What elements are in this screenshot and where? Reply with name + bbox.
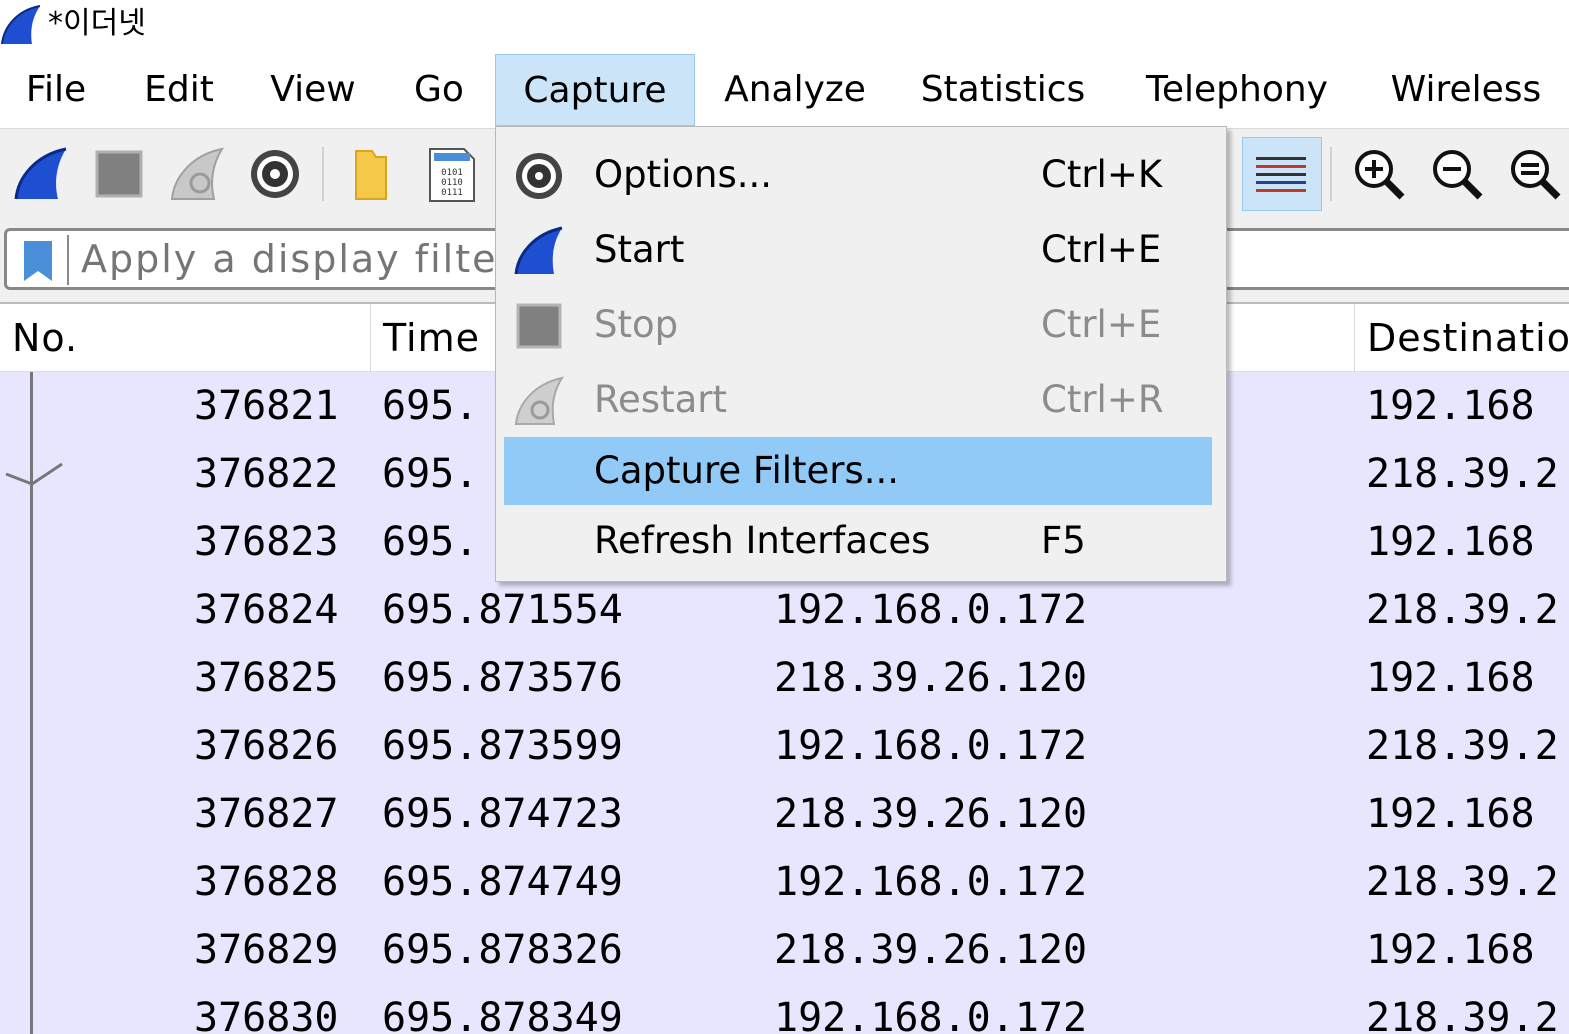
restart-icon [514, 376, 565, 425]
options-gear-icon[interactable] [244, 143, 306, 205]
packet-destination: 218.39.2 [1366, 723, 1559, 769]
column-header-no[interactable]: No. [0, 304, 370, 372]
packet-no: 376822 [194, 451, 339, 497]
open-folder-icon[interactable] [342, 143, 404, 205]
column-header-destination[interactable]: Destination [1354, 304, 1569, 372]
menu-view[interactable]: View [254, 54, 372, 126]
packet-source: 218.39.26.120 [774, 655, 1088, 701]
menu-edit[interactable]: Edit [130, 54, 228, 126]
packet-time: 695.871554 [382, 587, 623, 633]
svg-text:0101: 0101 [441, 168, 463, 178]
colorize-lines-icon [1256, 157, 1306, 192]
menu-capture[interactable]: Capture [495, 54, 695, 126]
packet-destination: 218.39.2 [1366, 995, 1559, 1034]
binary-file-icon[interactable]: 0101 0110 0111 [420, 143, 482, 205]
toolbar-separator [322, 147, 324, 201]
window-title: *이더넷 [48, 6, 146, 41]
capture-menu-options[interactable]: Options... Ctrl+K [504, 141, 1212, 209]
packet-destination: 192.168 [1366, 791, 1535, 837]
packet-row[interactable]: 376824 695.871554 192.168.0.172 218.39.2 [0, 576, 1569, 644]
packet-destination: 192.168 [1366, 927, 1535, 973]
restart-shark-icon[interactable] [166, 143, 228, 205]
menu-bar: File Edit View Go Capture Analyze Statis… [0, 52, 1569, 128]
svg-text:0111: 0111 [441, 188, 463, 198]
capture-menu-restart[interactable]: Restart Ctrl+R [504, 366, 1212, 434]
packet-row[interactable]: 376827 695.874723 218.39.26.120 192.168 [0, 780, 1569, 848]
packet-no: 376829 [194, 927, 339, 973]
packet-destination: 218.39.2 [1366, 859, 1559, 905]
shark-fin-start-icon[interactable] [10, 143, 72, 205]
packet-source: 218.39.26.120 [774, 927, 1088, 973]
packet-no: 376821 [194, 383, 339, 429]
packet-source: 192.168.0.172 [774, 587, 1088, 633]
packet-time: 695. [382, 451, 479, 497]
packet-no: 376828 [194, 859, 339, 905]
packet-row[interactable]: 376829 695.878326 218.39.26.120 192.168 [0, 916, 1569, 984]
menu-item-shortcut: Ctrl+E [1041, 228, 1162, 271]
packet-no: 376827 [194, 791, 339, 837]
shark-fin-icon [514, 226, 563, 275]
packet-time: 695.873599 [382, 723, 623, 769]
menu-go[interactable]: Go [398, 54, 480, 126]
title-bar: *이더넷 [0, 0, 1569, 52]
gear-icon [516, 153, 562, 199]
zoom-in-icon[interactable] [1348, 143, 1410, 205]
packet-time: 695. [382, 383, 479, 429]
packet-destination: 192.168 [1366, 383, 1535, 429]
capture-menu-start[interactable]: Start Ctrl+E [504, 216, 1212, 284]
toolbar-separator [1330, 147, 1332, 201]
menu-file[interactable]: File [10, 54, 102, 126]
menu-item-shortcut: Ctrl+K [1041, 153, 1163, 196]
capture-menu-dropdown: Options... Ctrl+K Start Ctrl+E Stop Ctrl… [495, 126, 1227, 582]
packet-source: 192.168.0.172 [774, 859, 1088, 905]
capture-menu-capture-filters[interactable]: Capture Filters... [504, 437, 1212, 505]
packet-source: 218.39.26.120 [774, 791, 1088, 837]
stop-square-icon[interactable] [88, 143, 150, 205]
stop-square-icon [516, 303, 562, 349]
menu-item-label: Restart [594, 378, 727, 421]
menu-item-label: Start [594, 228, 685, 271]
packet-no: 376826 [194, 723, 339, 769]
capture-menu-refresh-interfaces[interactable]: Refresh Interfaces F5 [504, 507, 1212, 575]
wireshark-app-icon [1, 5, 41, 45]
menu-item-shortcut: Ctrl+E [1041, 303, 1162, 346]
packet-row[interactable]: 376825 695.873576 218.39.26.120 192.168 [0, 644, 1569, 712]
zoom-out-icon[interactable] [1426, 143, 1488, 205]
packet-no: 376824 [194, 587, 339, 633]
menu-item-label: Options... [594, 153, 773, 196]
packet-no: 376825 [194, 655, 339, 701]
menu-item-shortcut: F5 [1041, 519, 1086, 562]
bookmark-icon[interactable] [21, 239, 55, 283]
packet-row[interactable]: 376828 695.874749 192.168.0.172 218.39.2 [0, 848, 1569, 916]
packet-source: 192.168.0.172 [774, 723, 1088, 769]
menu-item-label: Stop [594, 303, 679, 346]
packet-time: 695.874749 [382, 859, 623, 905]
packet-row[interactable]: 376830 695.878349 192.168.0.172 218.39.2 [0, 984, 1569, 1034]
menu-item-label: Refresh Interfaces [594, 519, 931, 562]
packet-no: 376830 [194, 995, 339, 1034]
capture-menu-stop[interactable]: Stop Ctrl+E [504, 291, 1212, 359]
menu-item-shortcut: Ctrl+R [1041, 378, 1164, 421]
menu-statistics[interactable]: Statistics [908, 54, 1098, 126]
svg-text:0110: 0110 [441, 178, 463, 188]
menu-item-label: Capture Filters... [594, 449, 900, 492]
packet-row[interactable]: 376826 695.873599 192.168.0.172 218.39.2 [0, 712, 1569, 780]
filter-divider [67, 235, 69, 285]
packet-no: 376823 [194, 519, 339, 565]
packet-time: 695. [382, 519, 479, 565]
packet-time: 695.873576 [382, 655, 623, 701]
zoom-normal-icon[interactable] [1504, 143, 1566, 205]
packet-destination: 192.168 [1366, 655, 1535, 701]
packet-destination: 218.39.2 [1366, 587, 1559, 633]
packet-time: 695.878326 [382, 927, 623, 973]
packet-time: 695.874723 [382, 791, 623, 837]
menu-wireless[interactable]: Wireless [1376, 54, 1556, 126]
menu-telephony[interactable]: Telephony [1126, 54, 1348, 126]
packet-destination: 192.168 [1366, 519, 1535, 565]
menu-analyze[interactable]: Analyze [710, 54, 880, 126]
packet-destination: 218.39.2 [1366, 451, 1559, 497]
packet-source: 192.168.0.172 [774, 995, 1088, 1034]
packet-time: 695.878349 [382, 995, 623, 1034]
